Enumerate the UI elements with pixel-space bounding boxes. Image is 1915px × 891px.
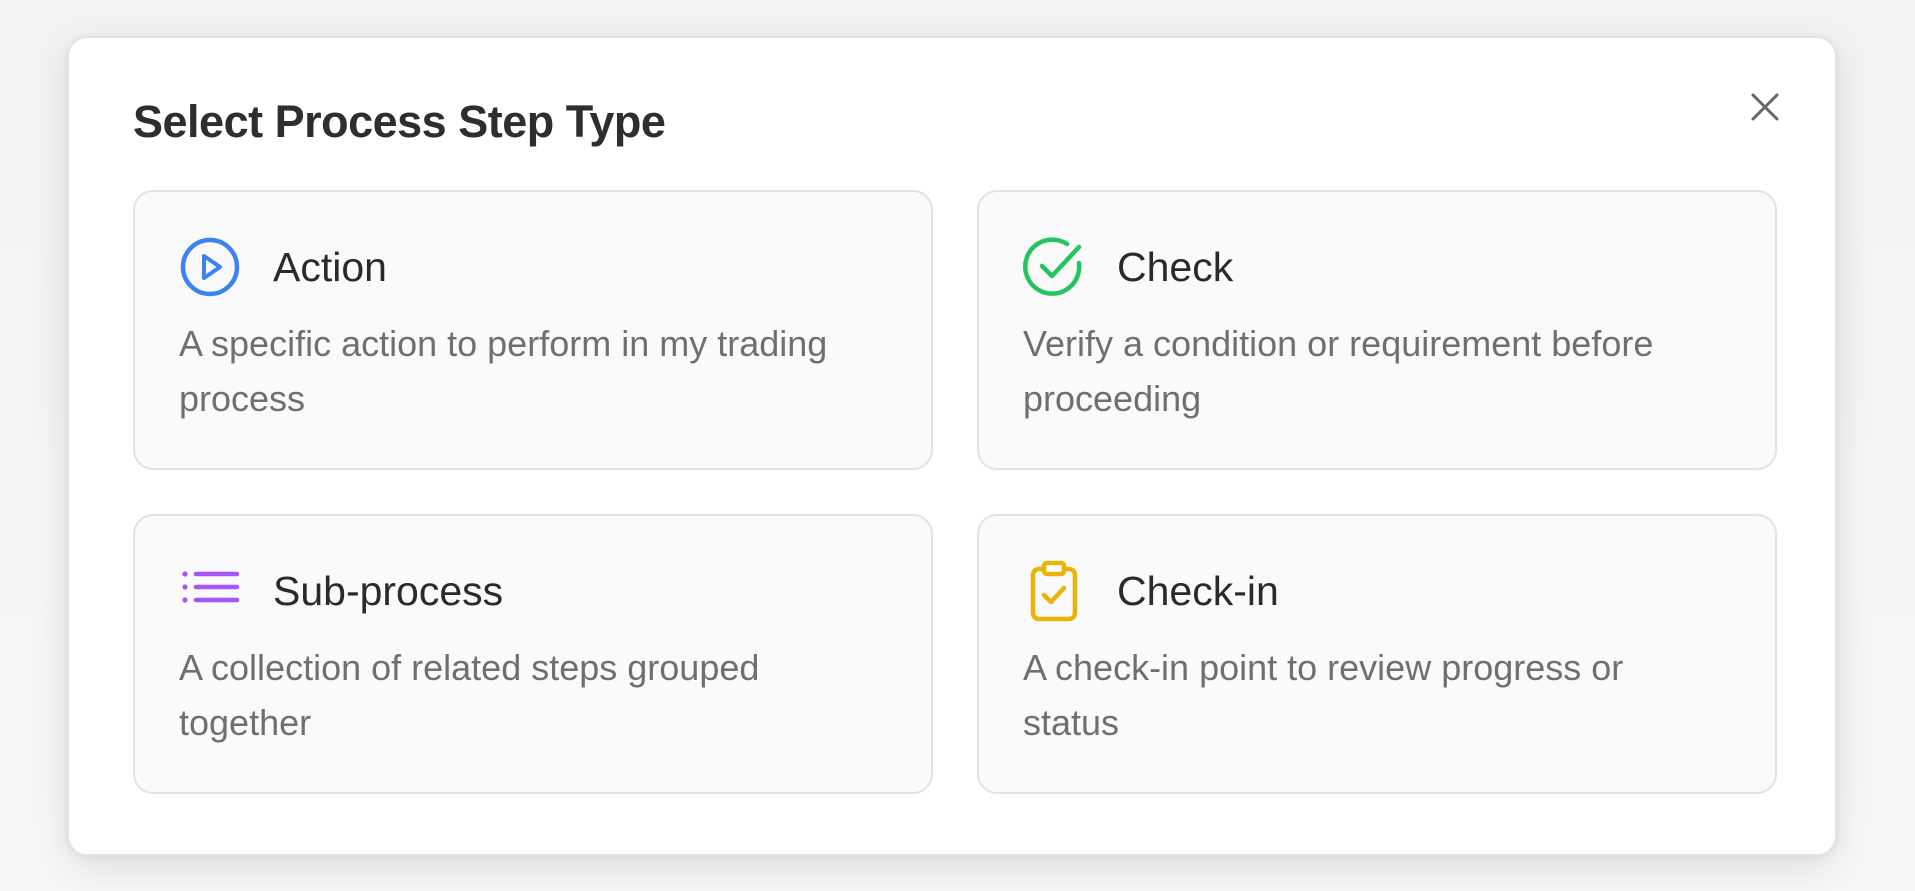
check-circle-icon [1023,236,1085,298]
option-action-card[interactable]: Action A specific action to perform in m… [133,190,933,470]
option-title: Sub-process [273,567,504,614]
option-title: Check-in [1117,567,1279,614]
option-check-in-card[interactable]: Check-in A check-in point to review prog… [977,514,1777,794]
modal-title: Select Process Step Type [133,96,666,147]
select-step-type-modal: Select Process Step Type Action A specif… [67,36,1837,856]
clipboard-check-icon [1023,560,1085,622]
list-icon [179,560,241,622]
option-title: Check [1117,243,1234,290]
play-circle-icon [179,236,241,298]
close-icon [1750,92,1780,125]
option-title: Action [273,243,387,290]
close-button[interactable] [1739,82,1791,134]
option-description: A collection of related steps grouped to… [179,647,760,743]
step-type-grid: Action A specific action to perform in m… [133,190,1777,794]
option-description: Verify a condition or requirement before… [1023,323,1654,419]
option-description: A check-in point to review progress or s… [1023,647,1624,743]
option-check-card[interactable]: Check Verify a condition or requirement … [977,190,1777,470]
option-sub-process-card[interactable]: Sub-process A collection of related step… [133,514,933,794]
option-description: A specific action to perform in my tradi… [179,323,828,419]
